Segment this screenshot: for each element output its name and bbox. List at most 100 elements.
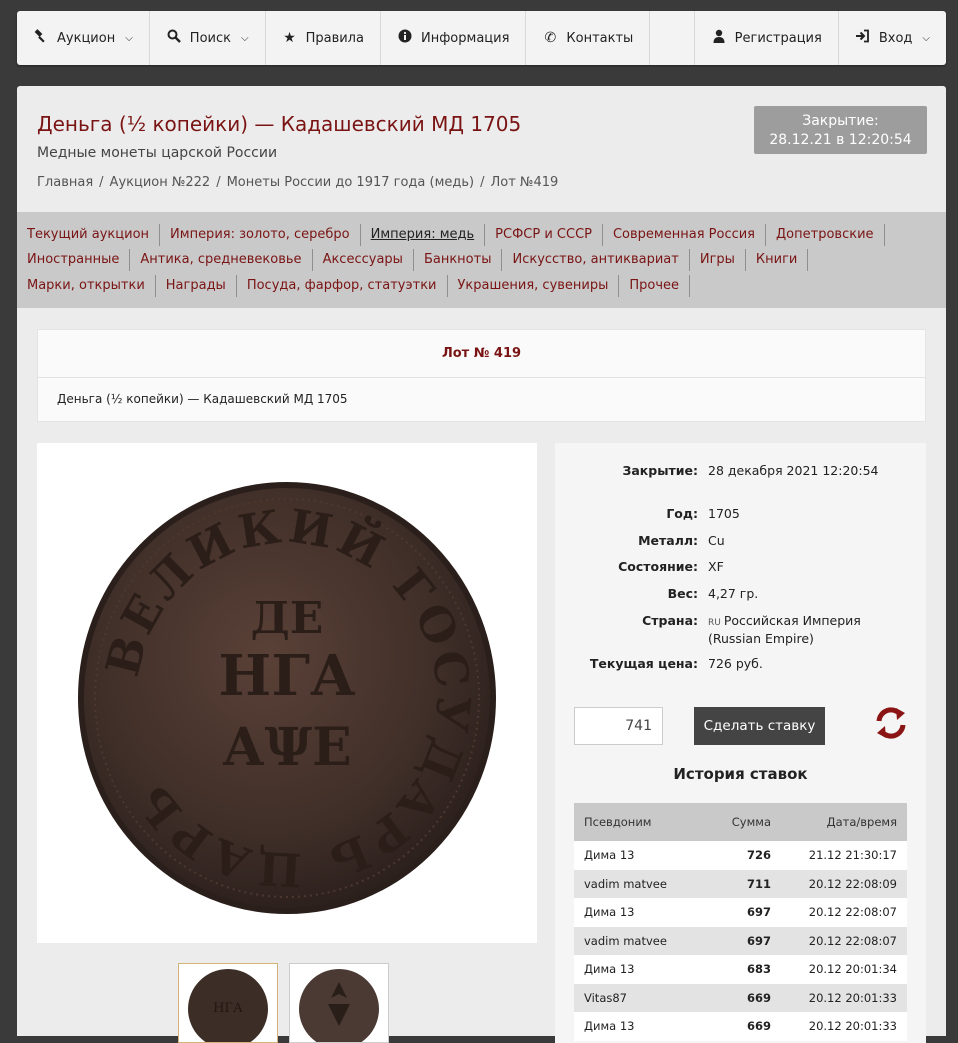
closing-badge: Закрытие: 28.12.21 в 12:20:54 <box>754 106 927 154</box>
nav-info-label: Информация <box>420 30 510 46</box>
bid-nick: Дима 13 <box>574 1012 700 1041</box>
info-country-text: Российская Империя (Russian Empire) <box>708 613 861 646</box>
bid-datetime: 20.12 20:01:33 <box>772 1012 907 1041</box>
table-row: vadim matvee 711 20.12 22:08:09 <box>574 869 907 898</box>
bid-datetime: 20.12 22:08:07 <box>772 898 907 927</box>
category-link[interactable]: Марки, открытки <box>27 274 156 297</box>
bid-datetime: 20.12 22:08:07 <box>772 926 907 955</box>
bid-amount: 711 <box>700 869 772 898</box>
category-row: Иностранные Антика, средневековье Аксессуа… <box>27 248 936 274</box>
table-header-row: Псевдоним Сумма Дата/время <box>574 803 907 841</box>
lot-header: Лот № 419 <box>38 330 925 378</box>
bid-datetime: 21.12 21:30:17 <box>772 841 907 870</box>
category-link[interactable]: Современная Россия <box>603 223 767 246</box>
info-year-value: 1705 <box>708 506 740 521</box>
info-price-value: 726 руб. <box>708 656 763 671</box>
lot-description: Деньга (½ копейки) — Кадашевский МД 1705 <box>57 392 348 406</box>
category-link[interactable]: Награды <box>156 274 237 297</box>
info-weight-key: Вес: <box>667 586 698 601</box>
closing-badge-value: 28.12.21 в 12:20:54 <box>769 132 912 148</box>
category-link[interactable]: Посуда, фарфор, статуэтки <box>237 274 448 297</box>
nav-contacts[interactable]: ✆ Контакты <box>526 11 651 65</box>
category-link[interactable]: Иностранные <box>27 249 131 272</box>
category-link[interactable]: Империя: золото, серебро <box>160 223 361 246</box>
table-row: Дима 13 697 20.12 22:08:07 <box>574 898 907 927</box>
category-link[interactable]: Допетровские <box>766 223 885 246</box>
category-link[interactable]: Прочее <box>619 274 691 297</box>
lot-info-panel: Закрытие: 28 декабря 2021 12:20:54 Год: … <box>555 443 926 1043</box>
breadcrumb-lot: Лот №419 <box>490 175 559 190</box>
chevron-down-icon: ⌵ <box>125 32 133 44</box>
bid-amount: 697 <box>700 898 772 927</box>
info-country-value: RU Российская Империя (Russian Empire) <box>708 613 908 647</box>
star-icon: ★ <box>283 30 296 46</box>
sign-in-icon <box>855 29 871 47</box>
nav-login[interactable]: Вход ⌵ <box>839 11 946 65</box>
column-header-amount: Сумма <box>700 803 772 841</box>
table-row: vadim matvee 697 20.12 22:08:07 <box>574 926 907 955</box>
table-row: Vitas87 669 20.12 20:01:33 <box>574 983 907 1012</box>
place-bid-button[interactable]: Сделать ставку <box>694 707 825 745</box>
search-icon <box>166 29 182 47</box>
nav-register[interactable]: Регистрация <box>695 11 839 65</box>
nav-login-label: Вход <box>878 30 913 46</box>
nav-info[interactable]: Информация <box>381 11 527 65</box>
category-link[interactable]: Империя: медь <box>361 223 486 246</box>
bid-datetime: 20.12 20:01:34 <box>772 955 907 984</box>
bid-nick: vadim matvee <box>574 869 700 898</box>
bid-amount: 683 <box>700 955 772 984</box>
info-weight-value: 4,27 гр. <box>708 586 759 601</box>
category-link[interactable]: Украшения, сувениры <box>448 274 620 297</box>
breadcrumb-home[interactable]: Главная <box>37 175 93 190</box>
bid-amount: 726 <box>700 841 772 870</box>
bid-datetime: 20.12 22:08:09 <box>772 869 907 898</box>
bid-amount-input[interactable]: 741 <box>574 707 663 745</box>
chevron-down-icon: ⌵ <box>922 32 930 44</box>
breadcrumb-auction[interactable]: Аукцион №222 <box>110 175 211 190</box>
category-link[interactable]: Книги <box>746 249 809 272</box>
info-metal-key: Металл: <box>638 533 698 548</box>
thumbnail-reverse[interactable] <box>289 963 389 1043</box>
category-link[interactable]: Банкноты <box>414 249 503 272</box>
info-country-key: Страна: <box>642 613 698 628</box>
phone-icon: ✆ <box>544 30 557 46</box>
info-price-key: Текущая цена: <box>589 656 698 671</box>
table-row: Дима 13 726 21.12 21:30:17 <box>574 841 907 870</box>
top-navbar: Аукцион ⌵ Поиск ⌵ ★ Правила Информация ✆… <box>17 11 946 65</box>
nav-rules[interactable]: ★ Правила <box>266 11 381 65</box>
lot-box: Лот № 419 Деньга (½ копейки) — Кадашевск… <box>37 329 926 422</box>
thumbnail-obverse[interactable]: НГА <box>178 963 278 1043</box>
coin-image[interactable]: ВЕЛИКИЙ ГОСУДАРЬ ЦАРЬ ДЕ НГА АΨЕ <box>37 443 537 943</box>
category-link[interactable]: Текущий аукцион <box>27 223 161 246</box>
info-close-value: 28 декабря 2021 12:20:54 <box>708 463 879 478</box>
column-header-datetime: Дата/время <box>772 803 907 841</box>
bid-amount: 669 <box>700 1012 772 1041</box>
coin-legend-line-3: АΨЕ <box>222 717 351 778</box>
category-link[interactable]: РСФСР и СССР <box>485 223 603 246</box>
bid-nick: Дима 13 <box>574 841 700 870</box>
page-subtitle: Медные монеты царской России <box>37 145 278 161</box>
page-title: Деньга (½ копейки) — Кадашевский МД 1705 <box>37 112 522 136</box>
flag-icon: RU <box>708 618 721 628</box>
bid-amount: 697 <box>700 926 772 955</box>
category-link[interactable]: Искусство, антиквариат <box>502 249 690 272</box>
nav-search-label: Поиск <box>189 30 231 46</box>
category-link[interactable]: Аксессуары <box>313 249 414 272</box>
nav-rules-label: Правила <box>305 30 364 46</box>
bid-nick: vadim matvee <box>574 926 700 955</box>
nav-search[interactable]: Поиск ⌵ <box>150 11 266 65</box>
user-icon <box>711 29 727 47</box>
bid-history-table: Псевдоним Сумма Дата/время Дима 13 726 21.… <box>574 803 907 1041</box>
nav-contacts-label: Контакты <box>566 30 634 46</box>
breadcrumb-section[interactable]: Монеты России до 1917 года (медь) <box>227 175 475 190</box>
category-bar: Текущий аукцион Империя: золото, серебро И… <box>17 212 946 308</box>
nav-auction[interactable]: Аукцион ⌵ <box>17 11 150 65</box>
category-row: Текущий аукцион Империя: золото, серебро И… <box>27 222 936 248</box>
bid-history-title: История ставок <box>673 765 808 783</box>
nav-spacer <box>650 11 695 65</box>
category-link[interactable]: Антика, средневековье <box>130 249 313 272</box>
info-condition-value: XF <box>708 559 724 574</box>
refresh-icon[interactable] <box>873 705 909 741</box>
bid-datetime: 20.12 20:01:33 <box>772 983 907 1012</box>
category-link[interactable]: Игры <box>690 249 746 272</box>
